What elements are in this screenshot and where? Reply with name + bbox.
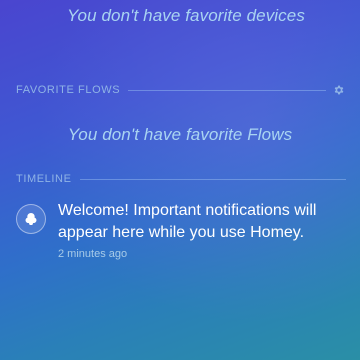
favorite-devices-empty-message: You don't have favorite devices — [67, 6, 305, 25]
timeline-timestamp: 2 minutes ago — [58, 248, 128, 260]
timeline-header: TIMELINE — [16, 172, 346, 186]
divider — [79, 178, 346, 180]
favorite-flows-empty-message: You don't have favorite Flows — [67, 125, 293, 144]
gear-icon[interactable] — [332, 83, 346, 97]
timeline-message: Welcome! Important notifications will ap… — [58, 202, 317, 241]
divider — [128, 89, 326, 91]
timeline-item[interactable]: Welcome! Important notifications will ap… — [16, 200, 350, 260]
favorite-flows-title: FAVORITE FLOWS — [16, 84, 121, 96]
timeline-title: TIMELINE — [16, 173, 72, 185]
favorite-flows-header: FAVORITE FLOWS — [16, 83, 346, 97]
homey-icon — [16, 204, 46, 234]
